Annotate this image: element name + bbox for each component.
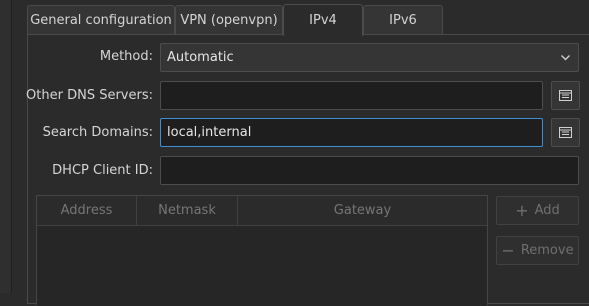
list-edit-icon [559, 90, 572, 101]
chevron-down-icon [561, 55, 570, 61]
dns-servers-label: Other DNS Servers: [26, 88, 153, 103]
column-header-gateway[interactable]: Gateway [238, 196, 487, 225]
method-label: Method: [99, 49, 153, 64]
method-select-value: Automatic [167, 50, 234, 65]
dns-servers-input[interactable] [160, 81, 543, 110]
add-address-button[interactable]: + Add [496, 196, 579, 225]
remove-address-button[interactable]: − Remove [496, 236, 579, 265]
search-domains-edit-button[interactable] [551, 118, 580, 147]
column-header-address[interactable]: Address [37, 196, 137, 225]
dhcp-client-id-label: DHCP Client ID: [52, 163, 153, 178]
search-domains-input[interactable]: local,internal [160, 118, 543, 147]
tab-vpn-openvpn[interactable]: VPN (openvpn) [175, 5, 283, 34]
address-table[interactable]: Address Netmask Gateway [36, 195, 488, 306]
plus-icon: + [515, 200, 529, 220]
address-table-body[interactable] [37, 226, 487, 306]
search-domains-value: local,internal [167, 125, 252, 140]
list-edit-icon [559, 127, 572, 138]
dhcp-client-id-input[interactable] [160, 156, 579, 185]
tab-general-configuration[interactable]: General configuration [27, 5, 175, 34]
tab-bar: General configuration VPN (openvpn) IPv4… [27, 4, 443, 36]
add-button-label: Add [534, 203, 560, 218]
tab-ipv4[interactable]: IPv4 [283, 4, 363, 36]
address-table-header: Address Netmask Gateway [37, 196, 487, 226]
method-select[interactable]: Automatic [160, 43, 579, 72]
remove-button-label: Remove [520, 243, 574, 258]
search-domains-label: Search Domains: [42, 125, 153, 140]
tab-ipv6[interactable]: IPv6 [363, 5, 443, 34]
dns-servers-edit-button[interactable] [551, 81, 580, 110]
minus-icon: − [501, 240, 515, 260]
column-header-netmask[interactable]: Netmask [137, 196, 238, 225]
window-edge [0, 0, 12, 293]
